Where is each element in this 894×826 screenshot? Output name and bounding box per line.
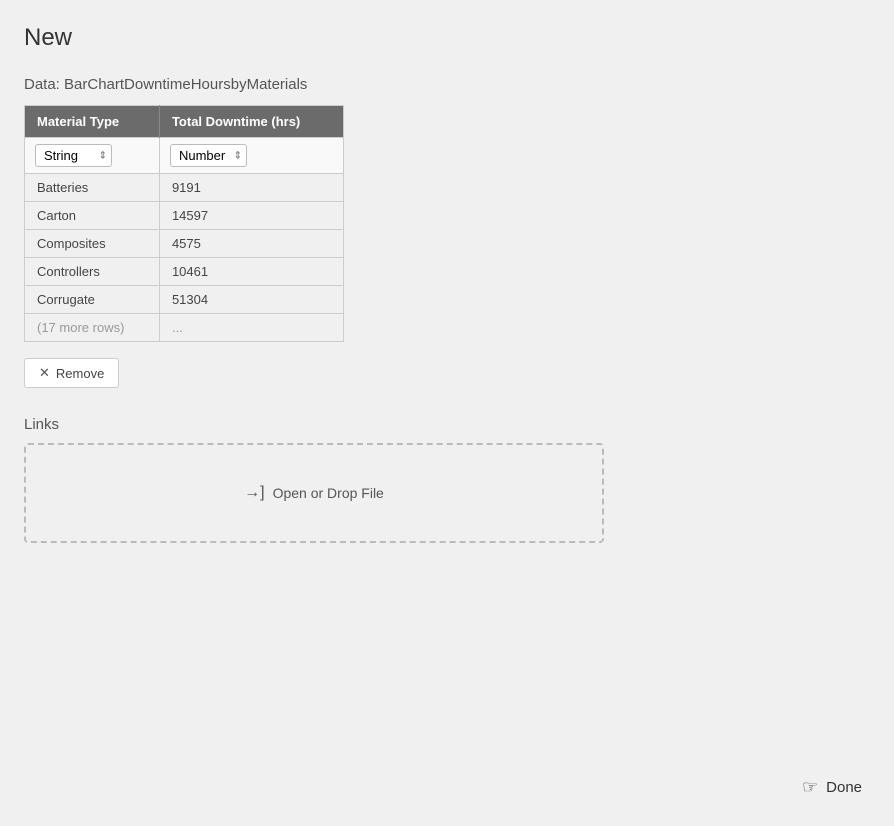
downtime-type-select-wrapper[interactable]: String Number Date [170,144,247,167]
page-title: New [24,24,870,52]
downtime-type-select[interactable]: String Number Date [170,144,247,167]
cell-downtime: 51304 [159,286,343,314]
table-row: Controllers 10461 [25,258,344,286]
cell-downtime: 9191 [159,174,343,202]
drop-file-icon: →] [244,484,264,502]
done-button[interactable]: ☞ Done [794,773,870,802]
done-button-label: Done [826,779,862,796]
table-row-more: (17 more rows) ... [25,314,344,342]
material-type-select[interactable]: String Number Date [35,144,112,167]
cell-more-rows: (17 more rows) [25,314,160,342]
data-section-label: Data: BarChartDowntimeHoursbyMaterials [24,76,870,93]
links-section-label: Links [24,416,870,433]
table-row: Corrugate 51304 [25,286,344,314]
table-row: Batteries 9191 [25,174,344,202]
remove-button-label: Remove [56,366,104,381]
done-cursor-icon: ☞ [802,777,818,798]
remove-icon: ✕ [39,365,50,381]
type-cell-material: String Number Date [25,138,160,174]
material-type-select-wrapper[interactable]: String Number Date [35,144,112,167]
cell-material-type: Carton [25,202,160,230]
cell-material-type: Corrugate [25,286,160,314]
cell-material-type: Controllers [25,258,160,286]
cell-material-type: Composites [25,230,160,258]
table-type-row: String Number Date String Number Date [25,138,344,174]
remove-button[interactable]: ✕ Remove [24,358,119,388]
column-header-material-type: Material Type [25,106,160,138]
done-button-container: ☞ Done [794,773,870,802]
table-row: Composites 4575 [25,230,344,258]
cell-downtime: 14597 [159,202,343,230]
cell-downtime: 10461 [159,258,343,286]
column-header-total-downtime: Total Downtime (hrs) [159,106,343,138]
table-header-row: Material Type Total Downtime (hrs) [25,106,344,138]
cell-material-type: Batteries [25,174,160,202]
drop-zone[interactable]: →] Open or Drop File [24,443,604,543]
table-row: Carton 14597 [25,202,344,230]
type-cell-downtime: String Number Date [159,138,343,174]
table-body: Batteries 9191 Carton 14597 Composites 4… [25,174,344,342]
cell-downtime: 4575 [159,230,343,258]
data-table: Material Type Total Downtime (hrs) Strin… [24,105,344,342]
cell-more-dots: ... [159,314,343,342]
drop-zone-label: Open or Drop File [273,485,384,501]
